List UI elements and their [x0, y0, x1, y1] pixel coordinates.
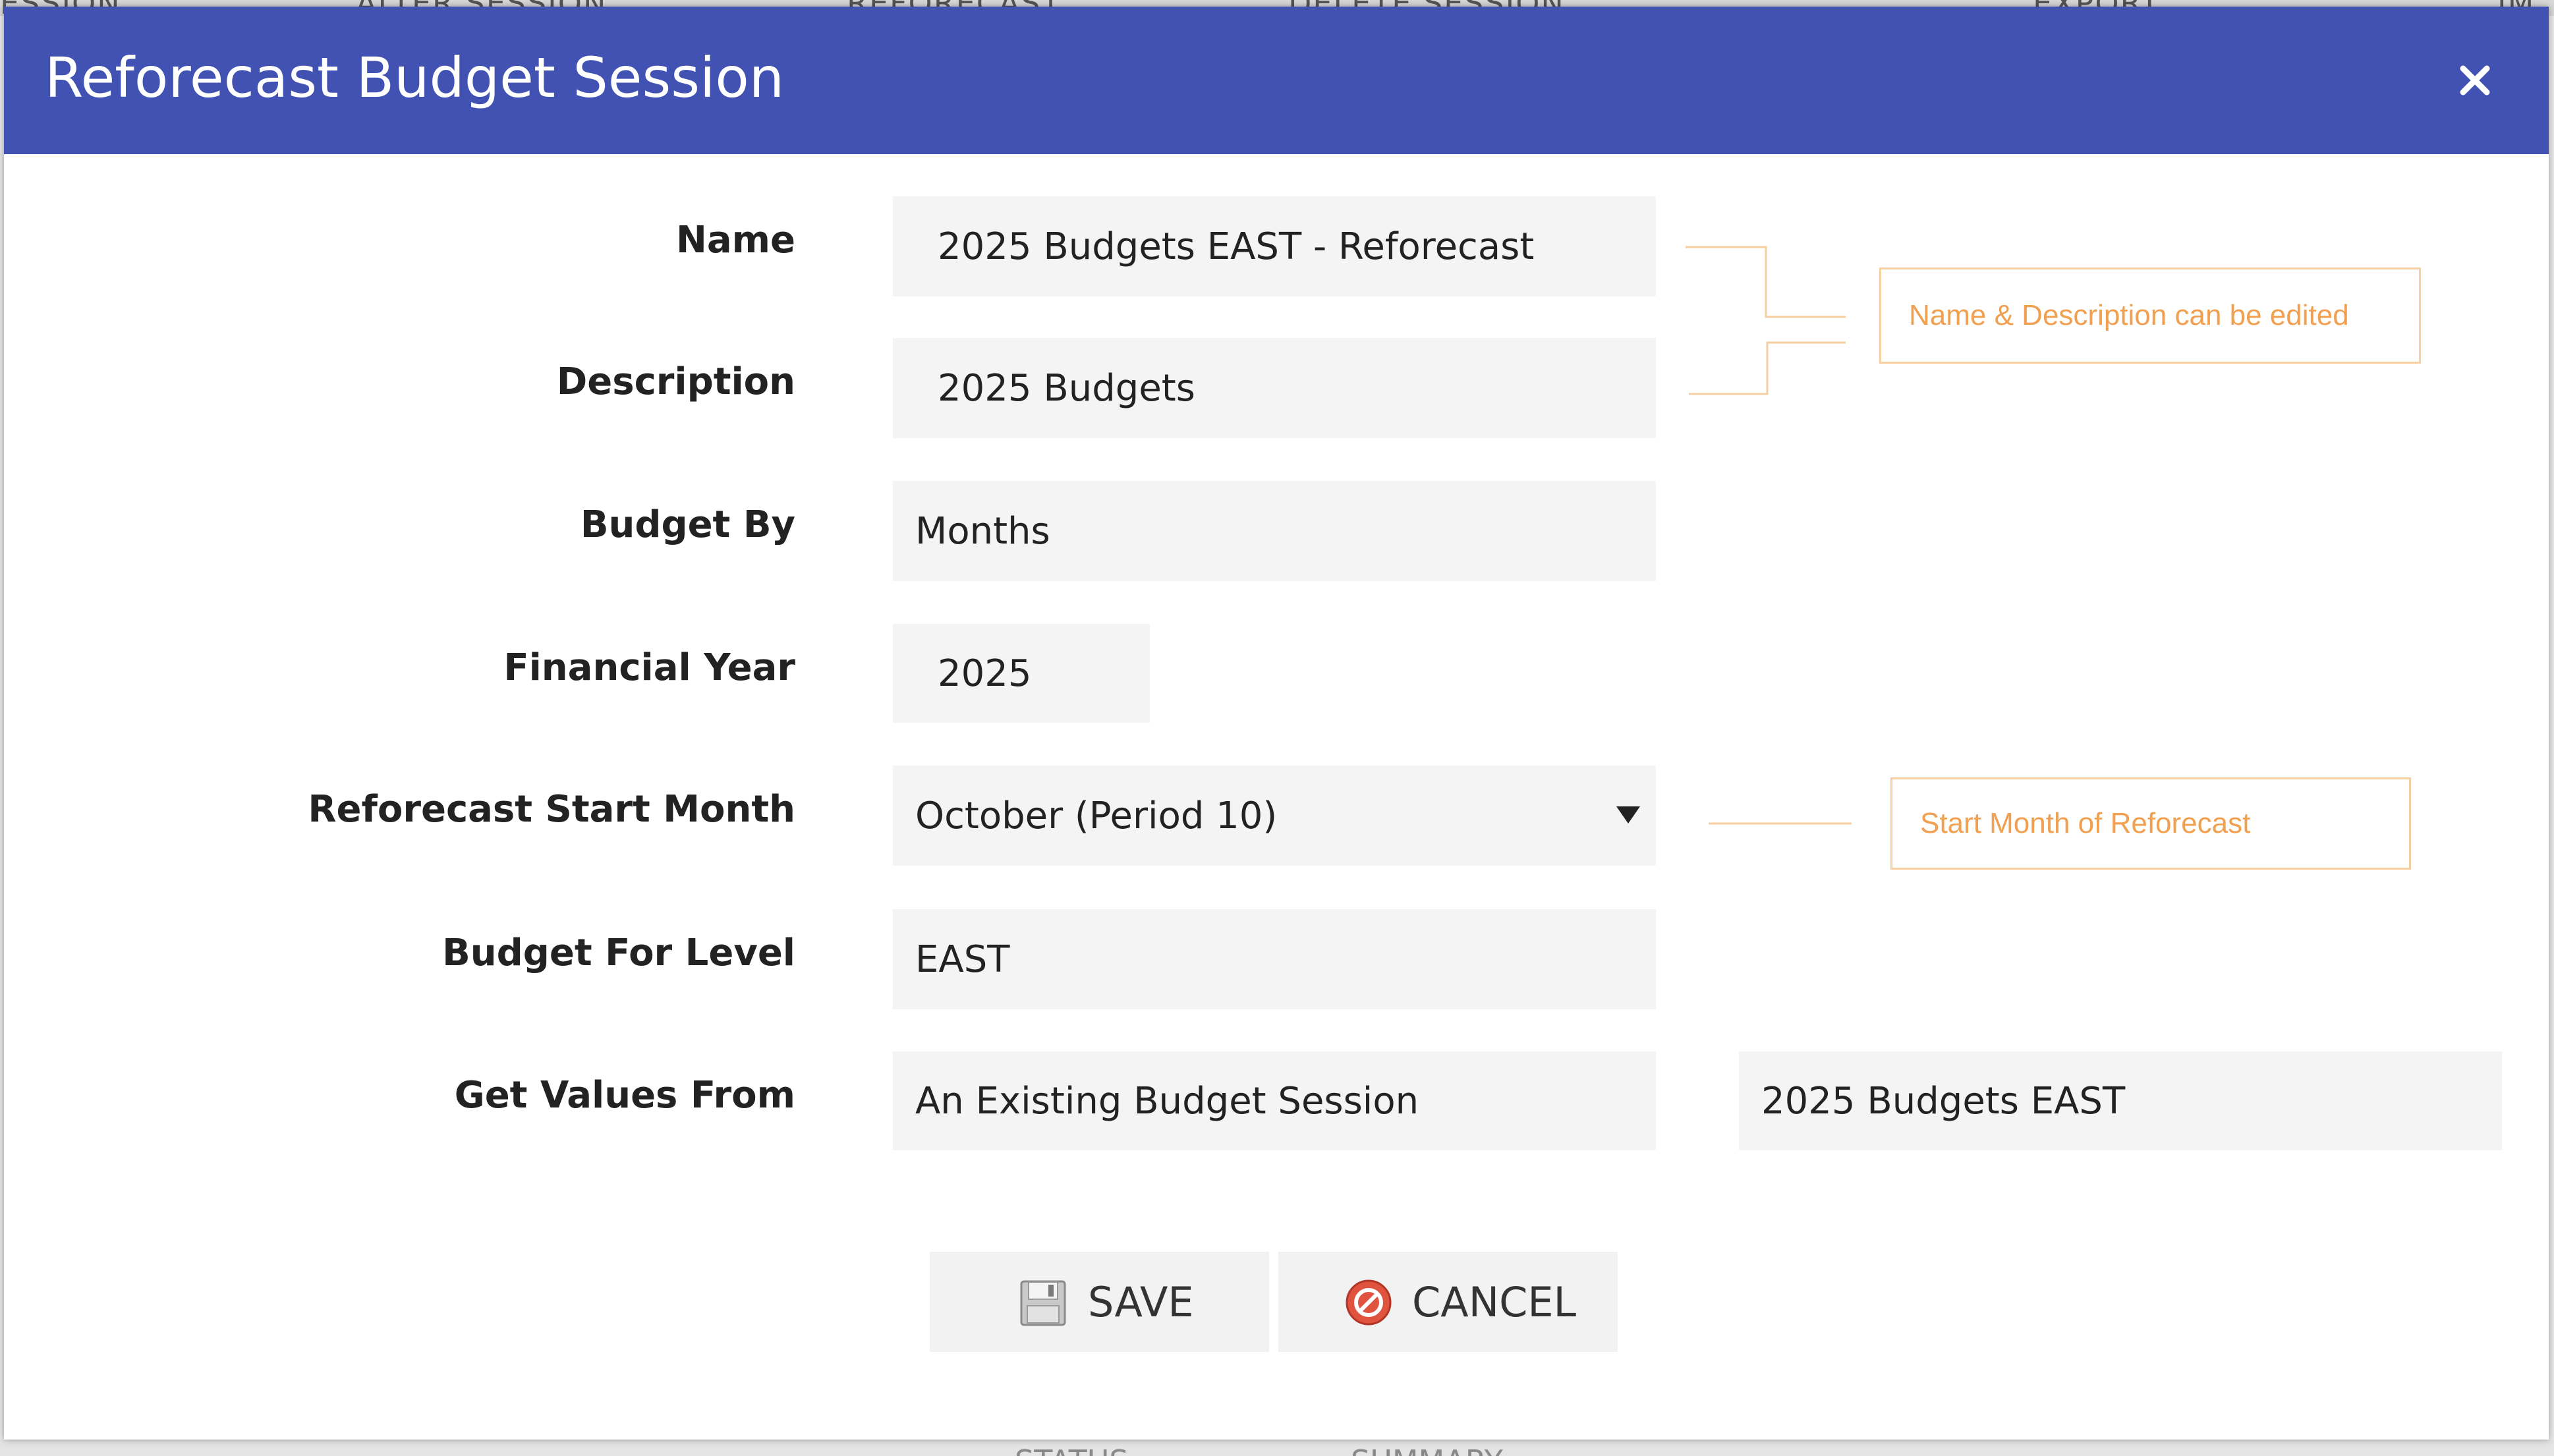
budget-for-level-value: EAST: [915, 938, 1010, 981]
reforecast-dialog: Reforecast Budget Session Name 2025 Budg…: [4, 7, 2549, 1440]
budget-by-value: Months: [915, 509, 1050, 553]
dropdown-arrow-icon: [1616, 806, 1640, 824]
start-month-annotation-text: Start Month of Reforecast: [1920, 807, 2251, 839]
get-values-from-value: An Existing Budget Session: [915, 1079, 1419, 1123]
financial-year-label: Financial Year: [503, 646, 795, 689]
reforecast-start-month-value: October (Period 10): [915, 794, 1278, 837]
close-icon: [2460, 65, 2490, 96]
reforecast-start-month-select[interactable]: October (Period 10): [893, 766, 1656, 866]
background-bottom-item: SUMMARY: [1351, 1443, 1503, 1456]
name-description-annotation: Name & Description can be edited: [1879, 267, 2421, 364]
start-month-annotation: Start Month of Reforecast: [1890, 777, 2411, 870]
name-label: Name: [676, 219, 795, 262]
financial-year-field[interactable]: 2025: [893, 624, 1150, 723]
save-disk-icon: [1020, 1280, 1066, 1326]
name-field[interactable]: 2025 Budgets EAST - Reforecast: [893, 196, 1656, 296]
save-button-label: SAVE: [1088, 1278, 1194, 1326]
save-button[interactable]: SAVE: [930, 1252, 1269, 1352]
cancel-icon: [1346, 1279, 1392, 1326]
source-session-value: 2025 Budgets EAST: [1761, 1079, 2126, 1123]
background-bottom-item: STATUS: [1015, 1443, 1129, 1456]
get-values-from-label: Get Values From: [454, 1074, 795, 1117]
get-values-from-field[interactable]: An Existing Budget Session: [893, 1051, 1656, 1150]
dialog-header: Reforecast Budget Session: [4, 7, 2549, 154]
close-button[interactable]: [2449, 54, 2501, 107]
name-value: 2025 Budgets EAST - Reforecast: [938, 225, 1535, 268]
description-field[interactable]: 2025 Budgets: [893, 338, 1656, 438]
cancel-button-label: CANCEL: [1412, 1278, 1577, 1326]
background-bottom-bar: STATUS SUMMARY: [0, 1440, 2554, 1456]
description-label: Description: [556, 360, 795, 403]
budget-by-field[interactable]: Months: [893, 481, 1656, 581]
source-session-field[interactable]: 2025 Budgets EAST: [1739, 1051, 2502, 1150]
description-connector-line: [1689, 341, 1846, 395]
budget-for-level-label: Budget For Level: [442, 932, 795, 974]
budget-by-label: Budget By: [580, 503, 795, 546]
reforecast-start-month-label: Reforecast Start Month: [308, 788, 795, 831]
name-description-annotation-text: Name & Description can be edited: [1909, 299, 2349, 331]
dialog-title: Reforecast Budget Session: [45, 45, 784, 110]
financial-year-value: 2025: [938, 652, 1032, 695]
budget-for-level-field[interactable]: EAST: [893, 909, 1656, 1009]
cancel-button[interactable]: CANCEL: [1278, 1252, 1618, 1352]
name-connector-line: [1686, 246, 1846, 318]
description-value: 2025 Budgets: [938, 366, 1195, 410]
